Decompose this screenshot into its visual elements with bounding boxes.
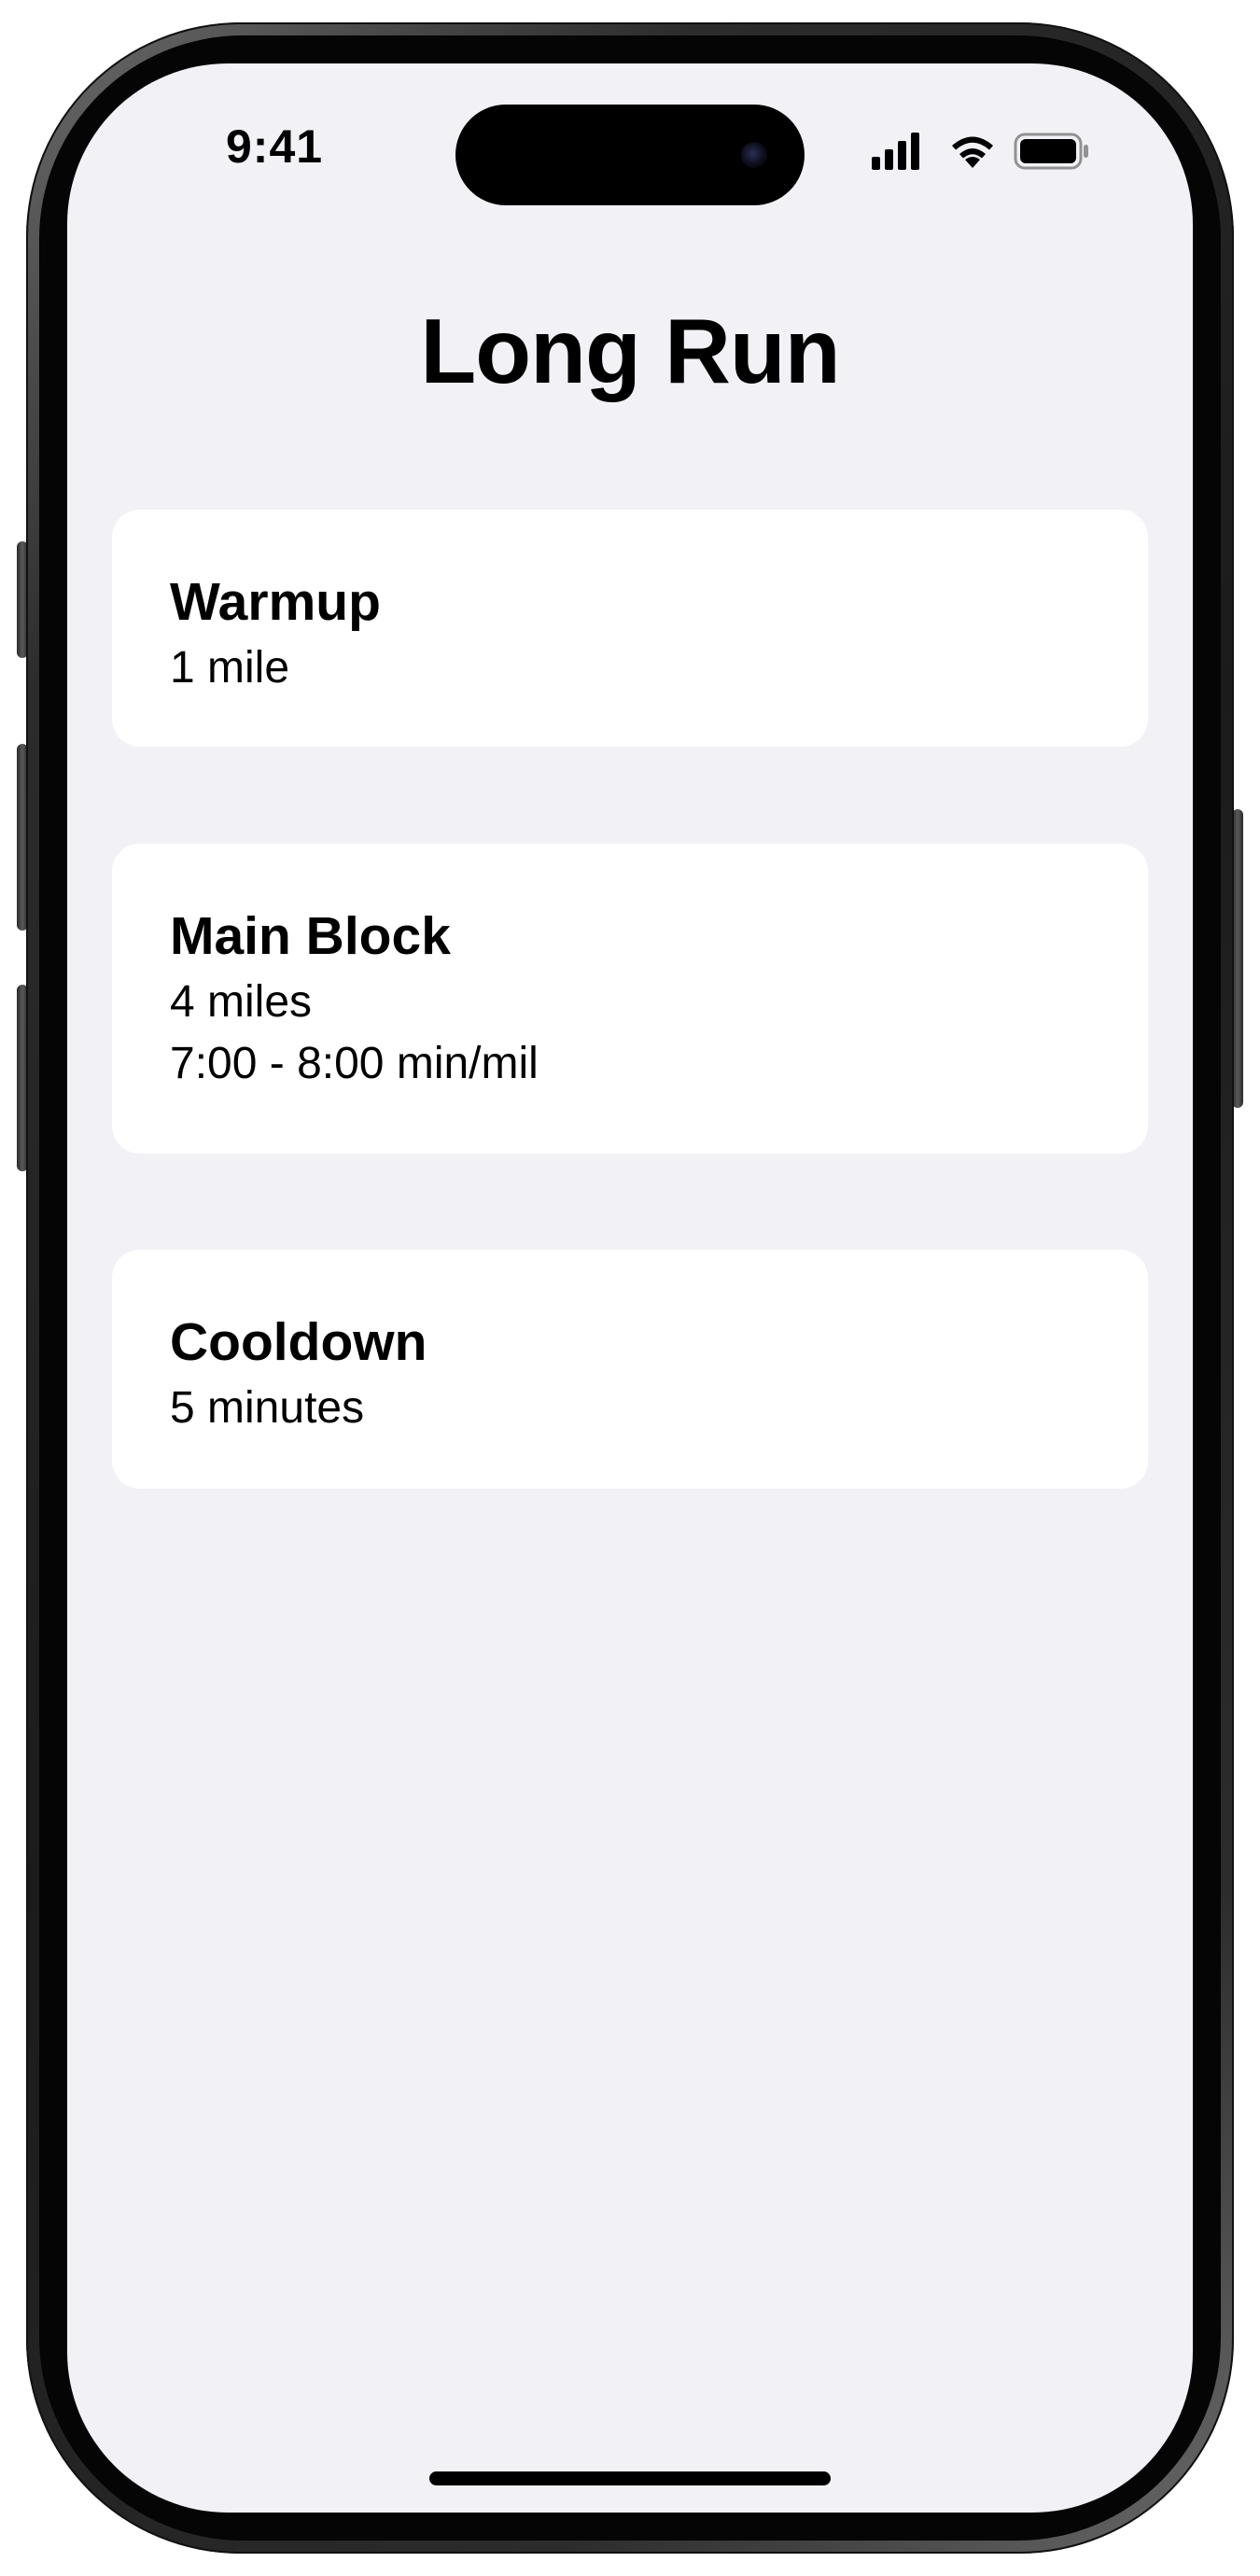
home-indicator[interactable] bbox=[429, 2471, 831, 2485]
battery-icon bbox=[1014, 133, 1088, 170]
workout-step-card-warmup[interactable]: Warmup 1 mile bbox=[112, 510, 1148, 747]
dynamic-island bbox=[455, 105, 805, 205]
step-pace: 7:00 - 8:00 min/mil bbox=[170, 1039, 539, 1088]
screen: 9:41 Long Run Warmup 1 mile Main Block 4… bbox=[67, 63, 1193, 2513]
front-camera-icon bbox=[741, 142, 767, 168]
step-detail: 1 mile bbox=[170, 643, 290, 693]
step-detail: 4 miles bbox=[170, 977, 313, 1027]
step-title: Main Block bbox=[170, 906, 451, 966]
page-title: Long Run bbox=[420, 300, 840, 402]
cellular-signal-icon bbox=[872, 133, 919, 170]
step-detail: 5 minutes bbox=[170, 1383, 365, 1433]
status-icons bbox=[872, 131, 1096, 172]
workout-step-card-cooldown[interactable]: Cooldown 5 minutes bbox=[112, 1250, 1148, 1489]
status-time: 9:41 bbox=[226, 120, 324, 173]
device-stage: 9:41 Long Run Warmup 1 mile Main Block 4… bbox=[0, 0, 1260, 2576]
step-title: Cooldown bbox=[170, 1312, 427, 1372]
workout-step-card-main-block[interactable]: Main Block 4 miles 7:00 - 8:00 min/mil bbox=[112, 844, 1148, 1154]
wifi-icon bbox=[952, 136, 993, 168]
step-title: Warmup bbox=[170, 572, 381, 632]
